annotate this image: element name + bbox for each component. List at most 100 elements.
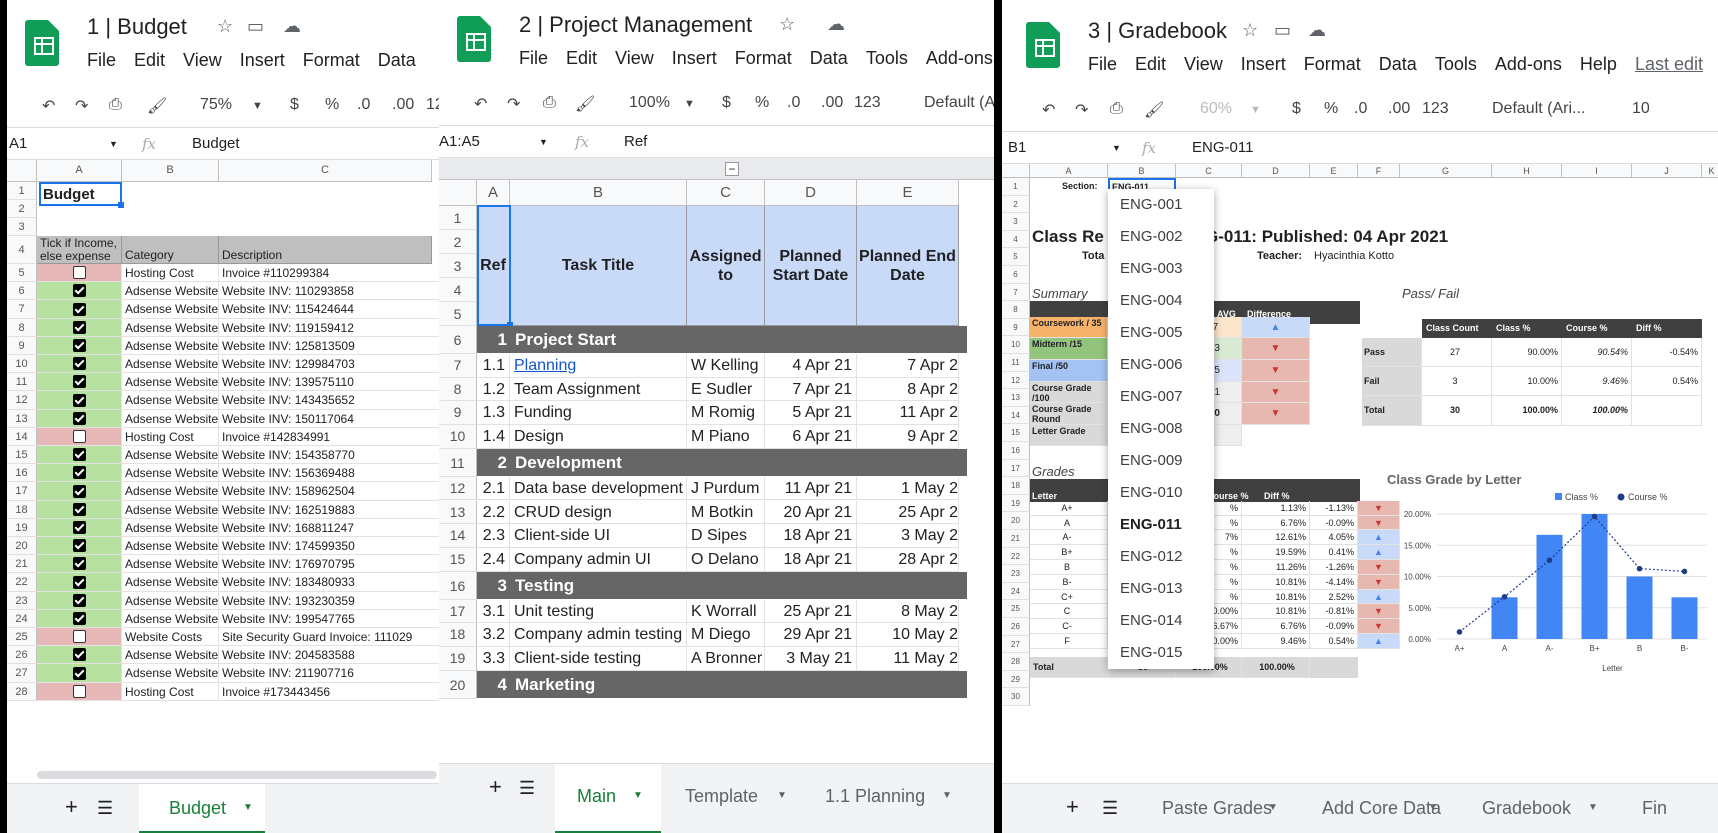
- row-header[interactable]: 15: [1002, 424, 1030, 442]
- income-checkbox-cell[interactable]: [37, 282, 122, 301]
- start-date[interactable]: 29 Apr 21: [765, 623, 857, 647]
- dropdown-option[interactable]: ENG-008: [1108, 413, 1214, 445]
- summary-label-cell[interactable]: Final /50: [1030, 360, 1108, 382]
- income-checkbox-cell[interactable]: [37, 664, 122, 683]
- category-cell[interactable]: Adsense Website: [122, 591, 219, 610]
- dropdown-option[interactable]: ENG-001: [1108, 189, 1214, 221]
- chevron-down-icon[interactable]: ▼: [1588, 802, 1598, 813]
- row-header[interactable]: 25: [7, 628, 37, 647]
- income-checkbox-cell[interactable]: [37, 500, 122, 519]
- row-header[interactable]: 14: [439, 524, 477, 548]
- category-cell[interactable]: Adsense Website: [122, 391, 219, 410]
- start-date[interactable]: 3 May 21: [765, 647, 857, 671]
- menu-item-data[interactable]: Data: [810, 48, 848, 68]
- task-title[interactable]: Client-side UI: [510, 524, 687, 548]
- section-dropdown[interactable]: ENG-001 ENG-002 ENG-003 ENG-004 ENG-005 ENG-0…: [1108, 188, 1214, 669]
- task-ref[interactable]: 1.2: [477, 377, 510, 402]
- checkbox[interactable]: [72, 339, 86, 353]
- grade-course[interactable]: 6.76%: [1242, 619, 1310, 634]
- category-cell[interactable]: Adsense Website: [122, 500, 219, 519]
- paint-format-icon[interactable]: 🖌: [1144, 100, 1164, 120]
- checkbox[interactable]: [72, 502, 86, 516]
- chevron-down-icon[interactable]: ▼: [1268, 802, 1278, 813]
- horizontal-scrollbar[interactable]: [37, 771, 437, 779]
- grade-l[interactable]: C-: [1030, 619, 1108, 634]
- row-header[interactable]: 10: [1002, 336, 1030, 354]
- menu-item-tools[interactable]: Tools: [1435, 54, 1477, 74]
- sheets-logo-icon[interactable]: [1026, 22, 1060, 68]
- grade-l[interactable]: B+: [1030, 545, 1108, 560]
- redo-icon[interactable]: ↷: [1075, 100, 1088, 120]
- row-header[interactable]: 27: [7, 664, 37, 683]
- assignee[interactable]: J Purdum: [687, 476, 765, 501]
- decrease-decimal-button[interactable]: .0: [1354, 100, 1367, 118]
- assignee[interactable]: M Botkin: [687, 500, 765, 525]
- task-title[interactable]: Funding: [510, 401, 687, 426]
- income-checkbox-cell[interactable]: [37, 391, 122, 410]
- description-cell[interactable]: Website INV: 211907716: [219, 664, 439, 683]
- row-header[interactable]: 5: [7, 264, 37, 283]
- row-header[interactable]: 12: [7, 391, 37, 410]
- chevron-down-icon[interactable]: ▼: [1250, 104, 1261, 116]
- doc-title[interactable]: 2 | Project Management: [519, 12, 752, 38]
- description-cell[interactable]: Site Security Guard Invoice: 111029: [219, 628, 439, 647]
- task-ref[interactable]: 2.1: [477, 476, 510, 501]
- income-checkbox-cell[interactable]: [37, 555, 122, 574]
- description-cell[interactable]: Website INV: 168811247: [219, 519, 439, 537]
- task-ref[interactable]: 3.1: [477, 599, 510, 624]
- dropdown-option[interactable]: ENG-015: [1108, 637, 1214, 669]
- row-header[interactable]: 11: [7, 373, 37, 392]
- summary-label-cell[interactable]: Letter Grade: [1030, 424, 1108, 447]
- formula-input[interactable]: Ref: [624, 133, 647, 150]
- dropdown-option[interactable]: ENG-012: [1108, 541, 1214, 573]
- description-cell[interactable]: Website INV: 183480933: [219, 573, 439, 592]
- description-cell[interactable]: Website INV: 150117064: [219, 410, 439, 428]
- zoom-select[interactable]: 60%: [1200, 100, 1232, 118]
- row-header[interactable]: 13: [7, 409, 37, 428]
- more-formats-button[interactable]: 123: [1422, 100, 1449, 118]
- row-header[interactable]: 21: [7, 555, 37, 574]
- menu-item-view[interactable]: View: [1184, 54, 1223, 74]
- menu-item-file[interactable]: File: [519, 48, 548, 68]
- row-header[interactable]: 9: [1002, 318, 1030, 337]
- undo-icon[interactable]: ↶: [42, 96, 55, 116]
- checkbox[interactable]: [72, 302, 86, 316]
- column-header[interactable]: A: [477, 180, 510, 206]
- increase-decimal-button[interactable]: .00: [392, 96, 414, 114]
- chevron-down-icon[interactable]: ▼: [252, 100, 263, 112]
- row-header[interactable]: 28: [1002, 653, 1030, 671]
- grade-diff[interactable]: -4.14%: [1310, 574, 1358, 590]
- grade-course[interactable]: 10.81%: [1242, 589, 1310, 605]
- description-cell[interactable]: Website INV: 115424644: [219, 300, 439, 319]
- checkbox[interactable]: [72, 684, 86, 698]
- grade-course[interactable]: 11.26%: [1242, 559, 1310, 575]
- end-date[interactable]: 11 May 2: [857, 647, 959, 671]
- column-header[interactable]: E: [857, 180, 959, 206]
- add-sheet-icon[interactable]: +: [65, 794, 78, 820]
- category-cell[interactable]: Adsense Website: [122, 300, 219, 319]
- grade-diff[interactable]: -1.13%: [1310, 500, 1358, 516]
- down-arrow-icon[interactable]: ▼: [1242, 360, 1310, 382]
- star-icon[interactable]: ☆: [779, 14, 795, 35]
- sheets-logo-icon[interactable]: [457, 16, 491, 62]
- select-all-corner[interactable]: [439, 180, 477, 206]
- row-header[interactable]: 24: [7, 609, 37, 628]
- task-ref[interactable]: 2.3: [477, 524, 510, 548]
- task-title[interactable]: Unit testing: [510, 599, 687, 624]
- row-header[interactable]: 10: [439, 425, 477, 449]
- menu-item-help[interactable]: Help: [1580, 54, 1617, 74]
- all-sheets-icon[interactable]: ☰: [519, 778, 535, 799]
- checkbox[interactable]: [72, 266, 86, 280]
- row-header[interactable]: 12: [1002, 371, 1030, 390]
- menu-item-insert[interactable]: Insert: [240, 50, 285, 70]
- percent-button[interactable]: %: [1324, 100, 1338, 118]
- section-row[interactable]: 2 Development: [477, 448, 967, 477]
- redo-icon[interactable]: ↷: [75, 96, 88, 116]
- pf-count[interactable]: 27: [1422, 338, 1492, 368]
- row-header[interactable]: 9: [7, 336, 37, 355]
- menu-item-insert[interactable]: Insert: [1241, 54, 1286, 74]
- income-checkbox-cell[interactable]: [37, 318, 122, 337]
- grade-l[interactable]: B: [1030, 559, 1108, 575]
- task-title[interactable]: Planning: [510, 354, 687, 378]
- tab-fin[interactable]: Fin: [1622, 784, 1718, 833]
